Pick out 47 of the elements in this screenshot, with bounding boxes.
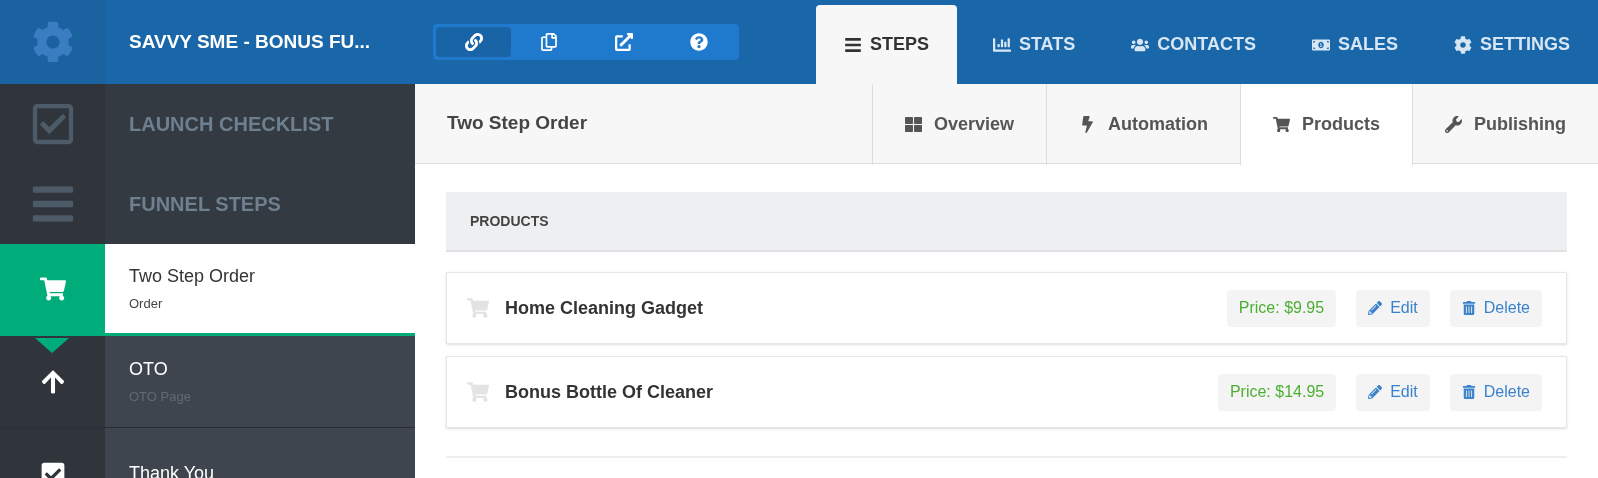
product-name: Home Cleaning Gadget [505, 296, 704, 320]
external-link-icon [614, 33, 633, 51]
checkbox-icon [39, 460, 66, 478]
delete-button[interactable]: Delete [1449, 289, 1542, 327]
arrow-up-icon [39, 368, 66, 395]
price-label: Price: $14.95 [1217, 373, 1337, 411]
trash-icon [1461, 301, 1476, 315]
main-tab[interactable]: SETTINGS [1426, 5, 1598, 84]
step-subtitle: Order [129, 295, 164, 314]
page-title: Two Step Order [447, 111, 588, 136]
wrench-icon [1445, 116, 1462, 133]
sidebar-heading[interactable]: LAUNCH CHECKLIST [129, 109, 334, 139]
cart-icon [467, 297, 489, 319]
settings-icon [1454, 35, 1472, 54]
grid-icon [904, 116, 922, 133]
pencil-icon [1368, 301, 1383, 315]
main-tab[interactable]: STEPS [815, 5, 957, 84]
help-icon [689, 33, 708, 51]
main-tab[interactable]: STATS [964, 5, 1104, 84]
main-tab[interactable]: CONTACTS [1103, 5, 1284, 84]
step-title: OTO [129, 358, 169, 382]
bolt-icon [1079, 116, 1096, 133]
cart-icon [1273, 116, 1290, 133]
price-label: Price: $9.95 [1226, 289, 1337, 327]
sub-tab[interactable]: Overview [871, 84, 1046, 165]
panel-title: PRODUCTS [470, 211, 549, 231]
bar-chart-icon [992, 35, 1011, 54]
sidebar-heading[interactable]: FUNNEL STEPS [129, 189, 281, 219]
copy-icon [539, 33, 558, 51]
trash-icon [1461, 385, 1476, 399]
link-icon [464, 33, 483, 51]
product-name: Bonus Bottle Of Cleaner [505, 380, 714, 404]
delete-button[interactable]: Delete [1449, 373, 1542, 411]
step-title: Two Step Order [129, 265, 256, 289]
cart-icon [39, 275, 66, 302]
sub-tab[interactable]: Automation [1046, 84, 1240, 165]
edit-button[interactable]: Edit [1356, 373, 1430, 411]
sub-tab[interactable]: Products [1240, 84, 1412, 165]
funnel-step[interactable]: Two Step Order Order [0, 244, 415, 336]
main-tab[interactable]: SALES [1283, 5, 1426, 84]
cart-icon [467, 381, 489, 403]
toolbar-button[interactable] [436, 27, 511, 57]
pencil-icon [1368, 385, 1383, 399]
sub-tab[interactable]: Publishing [1412, 84, 1598, 165]
edit-button[interactable]: Edit [1356, 289, 1430, 327]
menu-icon [843, 35, 862, 54]
funnel-title: SAVVY SME - BONUS FU... [129, 29, 371, 54]
